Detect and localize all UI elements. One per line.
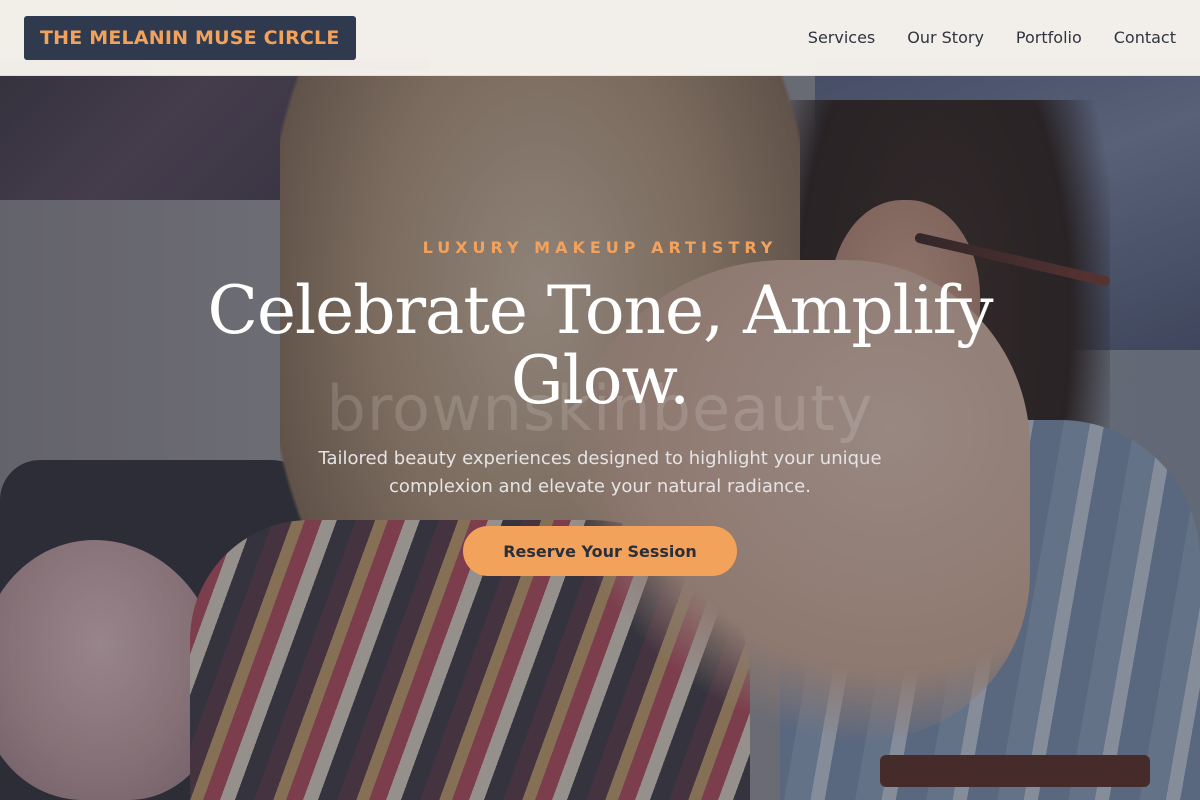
nav-link-services[interactable]: Services [808,28,875,47]
hero-watermark: brownskinbeauty [326,372,874,445]
hero-subtitle: Tailored beauty experiences designed to … [318,448,882,497]
nav-links: Services Our Story Portfolio Contact [808,28,1176,47]
nav-link-our-story[interactable]: Our Story [907,28,984,47]
hero-content: LUXURY MAKEUP ARTISTRY Celebrate Tone, A… [0,0,1200,800]
navbar: THE MELANIN MUSE CIRCLE Services Our Sto… [0,0,1200,76]
brand-logo[interactable]: THE MELANIN MUSE CIRCLE [24,15,356,60]
nav-link-contact[interactable]: Contact [1114,28,1176,47]
hero-eyebrow: LUXURY MAKEUP ARTISTRY [422,238,778,257]
reserve-session-button[interactable]: Reserve Your Session [463,526,737,576]
brand-name: THE MELANIN MUSE CIRCLE [40,26,340,49]
nav-link-portfolio[interactable]: Portfolio [1016,28,1082,47]
